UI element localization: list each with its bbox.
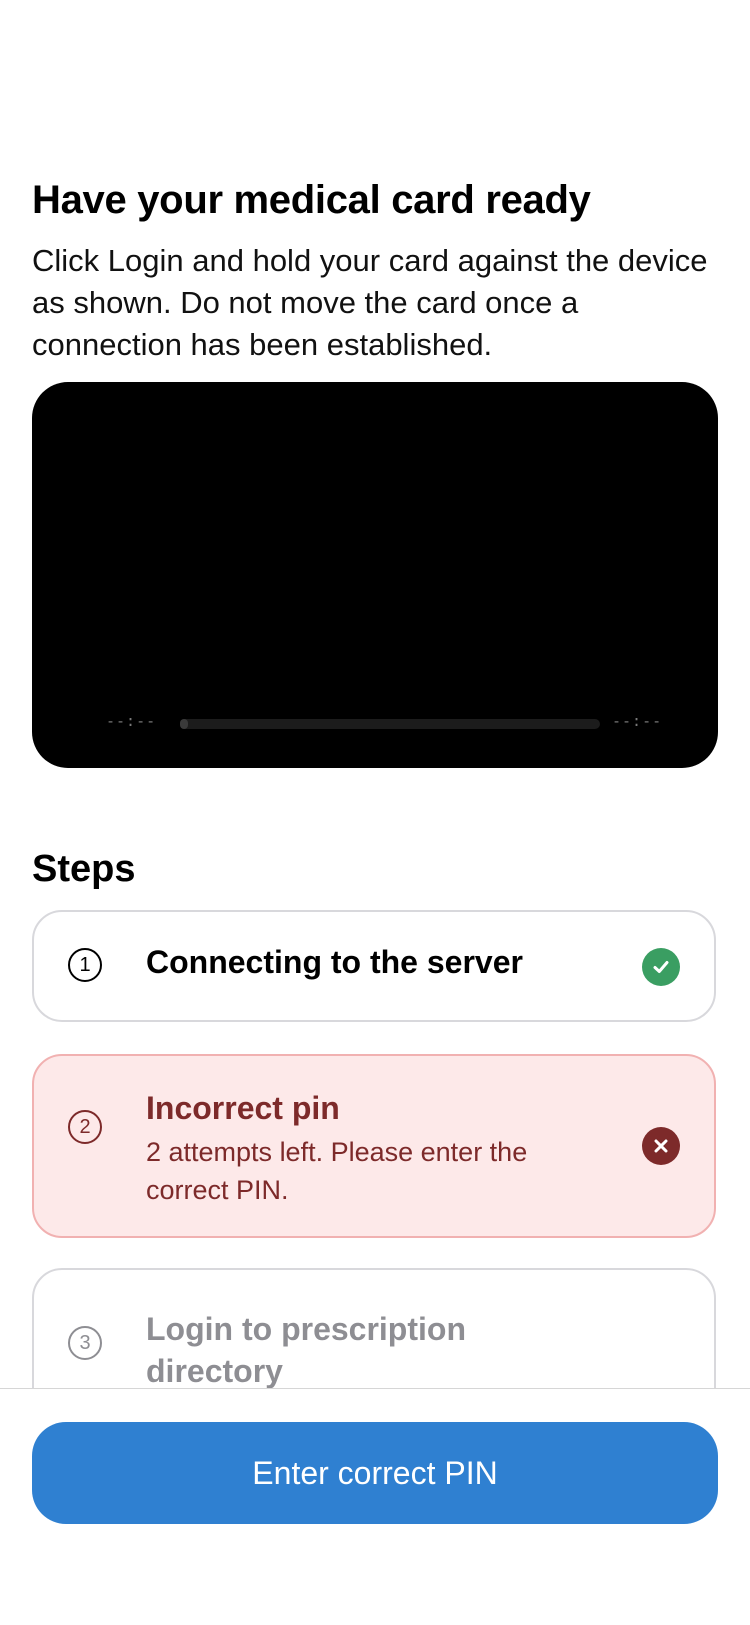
page-title: Have your medical card ready	[32, 178, 591, 222]
video-elapsed-time: --:--	[106, 712, 157, 730]
card-demo-video[interactable]: --:-- --:--	[32, 382, 718, 768]
main-content: Have your medical card ready Click Login…	[0, 0, 750, 1388]
instructions-text: Click Login and hold your card against t…	[32, 243, 708, 362]
video-progress-fill	[180, 719, 189, 729]
video-progress-bar[interactable]	[180, 719, 600, 729]
step-login-prescription-directory: 3 Login to prescription directory	[32, 1268, 716, 1388]
step-error-detail: 2 attempts left. Please enter the correc…	[146, 1137, 528, 1205]
step-label: Connecting to the server	[146, 944, 523, 980]
video-remaining-time: --:--	[612, 712, 663, 730]
steps-heading: Steps	[32, 848, 136, 890]
step-connecting-server: 1 Connecting to the server	[32, 910, 716, 1022]
close-icon	[642, 1127, 680, 1165]
enter-correct-pin-button[interactable]: Enter correct PIN	[32, 1422, 718, 1524]
step-number-badge: 2	[68, 1110, 102, 1144]
step-incorrect-pin: 2 Incorrect pin 2 attempts left. Please …	[32, 1054, 716, 1238]
step-label: Incorrect pin	[146, 1090, 340, 1126]
step-number-badge: 1	[68, 948, 102, 982]
step-number-badge: 3	[68, 1326, 102, 1360]
checkmark-icon	[642, 948, 680, 986]
step-label: Login to prescription directory	[146, 1311, 466, 1388]
bottom-action-bar: Enter correct PIN	[0, 1388, 750, 1625]
